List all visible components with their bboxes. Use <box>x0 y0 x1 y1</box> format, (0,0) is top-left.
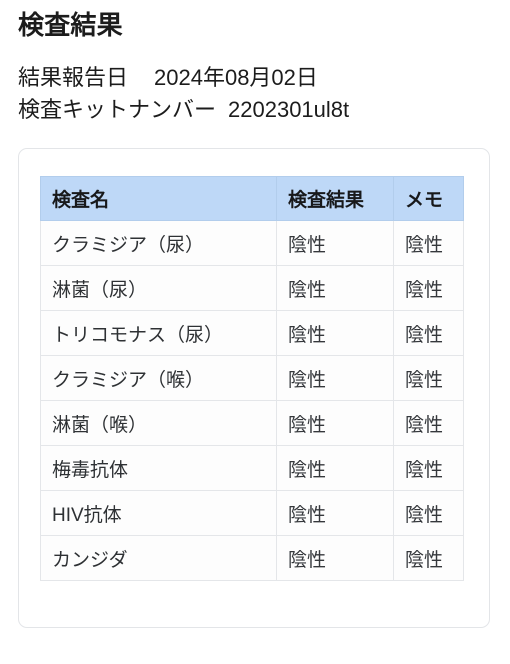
cell-test-result: 陰性 <box>276 265 394 311</box>
cell-memo: 陰性 <box>393 310 464 356</box>
cell-test-result: 陰性 <box>276 445 394 491</box>
page-title: 検査結果 <box>18 10 123 40</box>
result-table-container: 検査名 検査結果 メモ クラミジア（尿） 陰性 陰性 淋菌（尿） 陰性 陰性 ト… <box>40 176 464 581</box>
column-header-memo: メモ <box>393 176 464 221</box>
cell-memo: 陰性 <box>393 400 464 446</box>
cell-test-result: 陰性 <box>276 355 394 401</box>
cell-test-name: 淋菌（尿） <box>40 265 277 311</box>
table-header: 検査名 検査結果 メモ <box>40 176 464 221</box>
cell-test-result: 陰性 <box>276 400 394 446</box>
kit-number-label: 検査キットナンバー <box>18 97 217 122</box>
report-date-value: 2024年08月02日 <box>154 65 318 90</box>
kit-number-value: 2202301ul8t <box>228 97 350 122</box>
result-card: 検査名 検査結果 メモ クラミジア（尿） 陰性 陰性 淋菌（尿） 陰性 陰性 ト… <box>18 148 490 628</box>
cell-memo: 陰性 <box>393 445 464 491</box>
report-date-line: 結果報告日 2024年08月02日 <box>18 62 492 94</box>
table-row: 淋菌（尿） 陰性 陰性 <box>40 265 464 311</box>
cell-test-result: 陰性 <box>276 535 394 581</box>
cell-memo: 陰性 <box>393 490 464 536</box>
cell-test-name: カンジダ <box>40 535 277 581</box>
table-row: 淋菌（喉） 陰性 陰性 <box>40 400 464 446</box>
cell-memo: 陰性 <box>393 535 464 581</box>
report-meta: 結果報告日 2024年08月02日 検査キットナンバー 2202301ul8t <box>18 62 492 126</box>
table-header-row: 検査名 検査結果 メモ <box>40 176 464 221</box>
table-row: トリコモナス（尿） 陰性 陰性 <box>40 310 464 356</box>
cell-test-name: クラミジア（尿） <box>40 220 277 266</box>
cell-memo: 陰性 <box>393 265 464 311</box>
cell-test-name: クラミジア（喉） <box>40 355 277 401</box>
cell-test-result: 陰性 <box>276 310 394 356</box>
cell-memo: 陰性 <box>393 220 464 266</box>
cell-test-name: HIV抗体 <box>40 490 277 536</box>
report-date-label: 結果報告日 <box>18 65 129 90</box>
table-row: 梅毒抗体 陰性 陰性 <box>40 445 464 491</box>
table-row: カンジダ 陰性 陰性 <box>40 535 464 581</box>
cell-test-result: 陰性 <box>276 220 394 266</box>
table-row: クラミジア（尿） 陰性 陰性 <box>40 220 464 266</box>
table-row: HIV抗体 陰性 陰性 <box>40 490 464 536</box>
cell-test-result: 陰性 <box>276 490 394 536</box>
cell-test-name: 淋菌（喉） <box>40 400 277 446</box>
cell-test-name: トリコモナス（尿） <box>40 310 277 356</box>
cell-test-name: 梅毒抗体 <box>40 445 277 491</box>
result-page: 検査結果 結果報告日 2024年08月02日 検査キットナンバー 2202301ul… <box>0 0 510 664</box>
table-row: クラミジア（喉） 陰性 陰性 <box>40 355 464 401</box>
test-results-table: 検査名 検査結果 メモ クラミジア（尿） 陰性 陰性 淋菌（尿） 陰性 陰性 ト… <box>40 176 464 581</box>
column-header-test-result: 検査結果 <box>276 176 394 221</box>
table-body: クラミジア（尿） 陰性 陰性 淋菌（尿） 陰性 陰性 トリコモナス（尿） 陰性 … <box>40 220 464 581</box>
column-header-test-name: 検査名 <box>40 176 277 221</box>
cell-memo: 陰性 <box>393 355 464 401</box>
kit-number-line: 検査キットナンバー 2202301ul8t <box>18 94 492 126</box>
